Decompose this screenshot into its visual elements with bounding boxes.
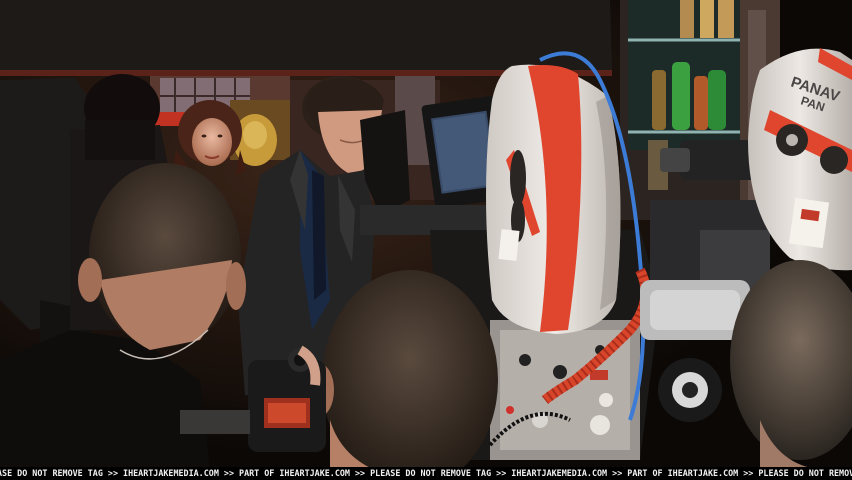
film-magazine-reel (486, 64, 621, 334)
watermark-bar: ASE DO NOT REMOVE TAG >> IHEARTJAKEMEDIA… (0, 467, 852, 480)
film-set-photo: PANAV PAN SE DO NOT REMOVE TAG >> IHEART… (0, 0, 852, 480)
film-set-scene: PANAV PAN (0, 0, 852, 480)
watermark-text: ASE DO NOT REMOVE TAG >> IHEARTJAKEMEDIA… (0, 468, 852, 478)
foreground-overhang (0, 0, 612, 76)
handheld-camcorder (248, 345, 326, 452)
bar-railing (180, 410, 250, 434)
